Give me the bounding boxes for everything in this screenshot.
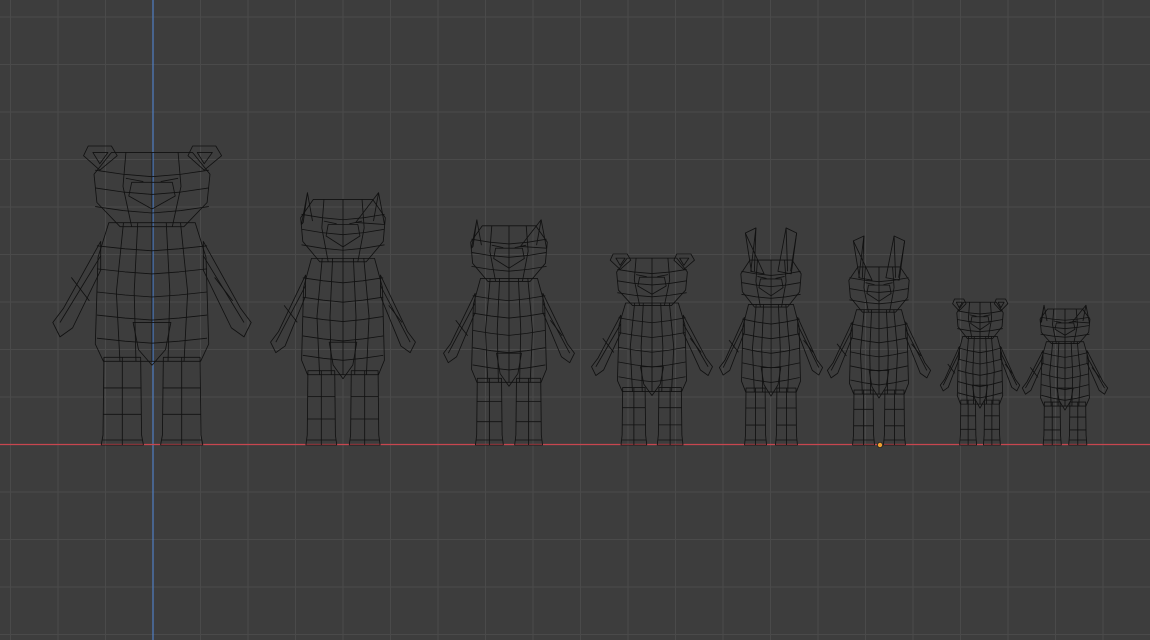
3d-viewport[interactable] [0, 0, 1150, 640]
object-origin-dot[interactable] [877, 441, 884, 448]
viewport-overlay [877, 441, 884, 448]
